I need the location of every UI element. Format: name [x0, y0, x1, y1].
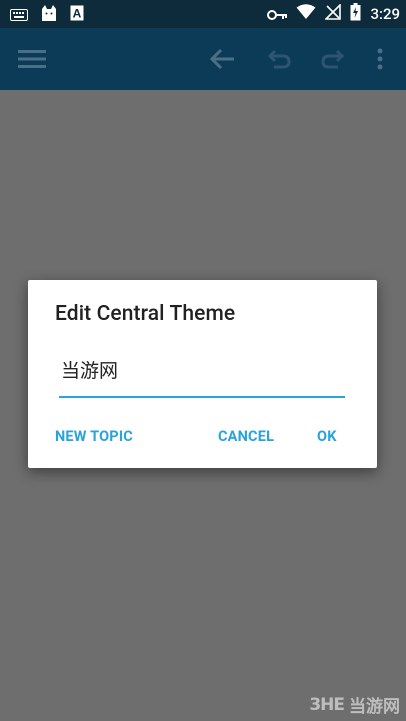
status-time: 3:29 [370, 5, 400, 23]
battery-icon [350, 3, 361, 25]
keyboard-icon [10, 6, 28, 25]
more-vert-icon[interactable] [368, 28, 392, 90]
cancel-button[interactable]: CANCEL [218, 428, 274, 445]
theme-name-input[interactable] [59, 342, 345, 398]
cat-icon [40, 4, 58, 26]
app-toolbar [0, 28, 406, 90]
watermark-logo: 3HE [309, 694, 345, 715]
wifi-icon [296, 4, 316, 24]
new-topic-button[interactable]: NEW TOPIC [55, 428, 133, 445]
no-sim-icon [324, 3, 342, 24]
edit-central-theme-dialog: Edit Central Theme NEW TOPIC CANCEL OK [28, 280, 377, 468]
svg-text:A: A [73, 7, 82, 21]
back-arrow-icon[interactable] [204, 28, 240, 90]
status-bar: A 3:29 [0, 0, 406, 28]
status-bar-left: A [10, 4, 84, 26]
watermark-text: 当游网 [349, 697, 400, 717]
dialog-title: Edit Central Theme [55, 302, 236, 326]
redo-icon[interactable] [314, 28, 350, 90]
status-bar-right: 3:29 [267, 3, 400, 25]
menu-icon[interactable] [14, 28, 50, 90]
key-icon [267, 5, 288, 24]
undo-icon[interactable] [262, 28, 298, 90]
a-badge-icon: A [70, 5, 84, 25]
ok-button[interactable]: OK [317, 428, 337, 445]
watermark: 3HE 当游网 [309, 692, 400, 718]
